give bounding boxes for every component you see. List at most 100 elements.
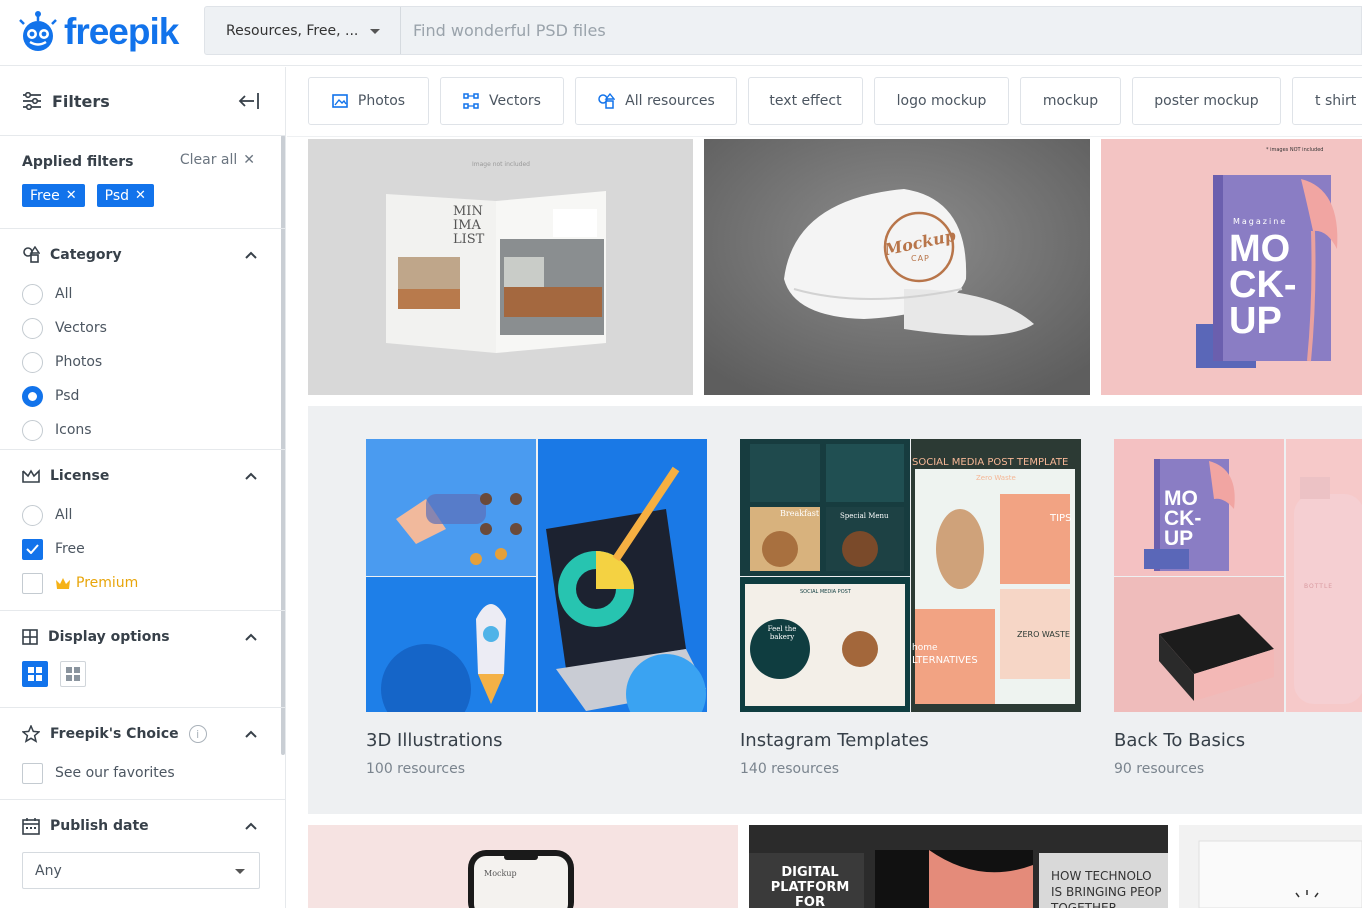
clear-all-button[interactable]: Clear all ✕ [180,152,255,168]
insta-special: Special Menu [840,512,889,520]
chip-mockup[interactable]: mockup [1020,77,1121,125]
digital-title: DIGITAL PLATFORM FOR EVERYONE [755,865,865,908]
chevron-up-icon[interactable] [245,472,257,480]
radio-button-selected[interactable] [22,385,43,407]
radio-button[interactable] [22,419,43,441]
collection-card-3d-illustrations[interactable]: 3D Illustrations 100 resources [366,439,707,777]
freepiks-choice-header[interactable]: Freepik's Choice i [22,708,263,756]
digital-title-line: DIGITAL [781,865,839,880]
grid-view-button[interactable] [60,661,86,687]
chip-vectors[interactable]: Vectors [440,77,564,125]
magazine-mockup-thumbnail[interactable]: MIN IMA LIST Image not included [308,139,693,395]
collection-card-back-to-basics[interactable]: MO CK- UP BOTTLE Back To Basics 90 resou… [1114,439,1362,777]
clear-all-label: Clear all [179,152,238,168]
book-title-line: UP [1164,527,1194,550]
applied-tag-psd[interactable]: Psd ✕ [96,184,154,207]
chip-label: Photos [357,93,406,109]
remove-tag-icon[interactable]: ✕ [135,188,146,203]
radio-button[interactable] [22,317,43,339]
back-to-basics-image [1114,439,1362,712]
image-icon [332,94,348,108]
publish-date-title: Publish date [50,818,149,834]
display-options-section: Display options [0,611,285,708]
crown-outline-icon [22,469,40,483]
radio-button[interactable] [22,283,43,305]
related-tags-bar: Photos Vectors All resources text effect… [287,67,1362,137]
chevron-up-icon[interactable] [245,633,257,641]
cap-mockup-thumbnail[interactable]: Mockup CAP [704,139,1090,395]
license-header[interactable]: License [22,450,263,498]
chip-poster-mockup[interactable]: poster mockup [1132,77,1281,125]
chip-photos[interactable]: Photos [308,77,429,125]
digital-platform-thumbnail[interactable]: DIGITAL PLATFORM FOR EVERYONE HOW TECHNO… [749,825,1168,908]
checkmark-icon [26,544,39,554]
checkbox-checked[interactable] [22,538,43,560]
vector-nodes-icon [463,93,479,109]
digital-title-line: PLATFORM [770,880,850,895]
phone-mockup-thumbnail[interactable]: Mockup [308,825,738,908]
sliders-icon [23,92,41,110]
collection-title: 3D Illustrations [366,730,503,751]
chip-t-shirt-mockup[interactable]: t shirt m [1292,77,1362,125]
chip-all-resources[interactable]: All resources [575,77,737,125]
license-option-free[interactable]: Free [22,532,263,566]
license-option-premium[interactable]: Premium [22,566,263,600]
top-header: freepik Resources, Free, ... [0,0,1362,66]
category-option-all[interactable]: All [22,277,263,311]
collection-count: 100 resources [366,761,466,777]
publish-date-dropdown[interactable]: Any [22,852,260,889]
search-input[interactable] [401,7,1361,54]
layout-icon [22,629,38,645]
tech-title-line: HOW TECHNOLO [1051,869,1152,883]
star-icon [22,725,40,743]
radio-button[interactable] [22,351,43,373]
favorites-option[interactable]: See our favorites [22,756,263,790]
checkbox[interactable] [22,572,43,594]
tag-label: Free [30,187,60,204]
category-section: Category All Vectors Photos Psd Icons [0,229,285,450]
book-title-line: MO [1164,487,1198,510]
phone-text: Mockup [484,869,517,878]
applied-tags: Free ✕ Psd ✕ [22,184,263,207]
chip-label: logo mockup [896,93,987,109]
chevron-up-icon[interactable] [245,251,257,259]
book-mockup-thumbnail[interactable]: * images NOT included Magazine MO CK- UP [1101,139,1362,395]
info-icon[interactable]: i [188,725,207,743]
radio-button[interactable] [22,504,43,526]
category-option-vectors[interactable]: Vectors [22,311,263,345]
search-scope-dropdown[interactable]: Resources, Free, ... [205,7,401,54]
filters-title: Filters [52,91,110,111]
chip-logo-mockup[interactable]: logo mockup [874,77,1009,125]
display-toggle-group [22,661,263,687]
collapse-sidebar-icon[interactable] [237,89,261,113]
option-label: Free [55,541,85,557]
minimal-poster-thumbnail[interactable] [1179,825,1362,908]
filters-sidebar: Filters Applied filters Clear all ✕ Free… [0,67,286,908]
option-label: Premium [76,575,139,591]
tech-title-line: TOGETHER [1051,901,1117,908]
chip-label: poster mockup [1154,93,1259,109]
applied-tag-free[interactable]: Free ✕ [22,184,85,207]
collection-title: Back To Basics [1114,730,1246,751]
masonry-view-button[interactable] [22,661,48,687]
display-options-header[interactable]: Display options [22,611,263,659]
filters-header: Filters [0,67,285,136]
category-header[interactable]: Category [22,229,263,277]
remove-tag-icon[interactable]: ✕ [66,188,77,203]
chevron-up-icon[interactable] [245,822,257,830]
option-label: All [55,507,73,523]
freepik-logo[interactable]: freepik [16,8,179,56]
book-note: * images NOT included [1266,147,1324,153]
category-option-photos[interactable]: Photos [22,345,263,379]
checkbox[interactable] [22,762,43,784]
license-option-all[interactable]: All [22,498,263,532]
category-option-psd[interactable]: Psd [22,379,263,413]
category-option-icons[interactable]: Icons [22,413,263,447]
collection-card-instagram-templates[interactable]: SOCIAL MEDIA POST TEMPLATE Zero Waste TI… [740,439,1081,777]
chip-text-effect[interactable]: text effect [748,77,863,125]
publish-date-header[interactable]: Publish date [22,800,263,848]
collection-count: 140 resources [740,761,840,777]
chevron-up-icon[interactable] [245,730,257,738]
insta-alt: LTERNATIVES [912,655,978,666]
digital-title-line: FOR EVERYONE [795,895,825,908]
